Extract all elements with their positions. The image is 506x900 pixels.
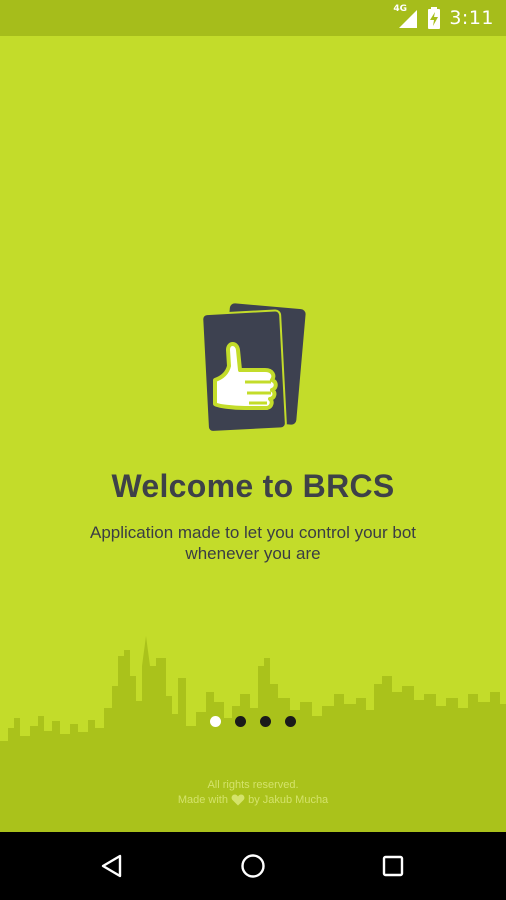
signal-icon: 4G [393,4,419,30]
status-icons: 4G 3:11 [393,0,494,36]
made-with-prefix: Made with [177,794,228,806]
thumbs-up-card-logo [203,303,306,433]
page-dot-4[interactable] [285,716,296,727]
footer: All rights reserved. Made with by Jakub … [0,778,506,808]
back-icon [101,854,122,878]
recents-button[interactable] [373,846,413,886]
status-clock: 3:11 [449,7,494,29]
page-indicator [0,716,506,727]
onboarding-screen[interactable]: Welcome to BRCS Application made to let … [0,36,506,832]
page-dot-1[interactable] [210,716,221,727]
home-icon [241,854,265,878]
home-button[interactable] [233,846,273,886]
welcome-title: Welcome to BRCS [111,468,395,504]
back-button[interactable] [92,846,132,886]
heart-icon [231,794,245,806]
made-with-suffix: by Jakub Mucha [248,794,329,806]
navigation-bar [0,832,506,900]
page-dot-3[interactable] [260,716,271,727]
page-dot-2[interactable] [235,716,246,727]
rights-text: All rights reserved. [207,779,299,791]
made-with-line: Made with by Jakub Mucha [0,793,506,808]
status-bar: 4G 3:11 [0,0,506,36]
battery-charging-icon [428,7,441,29]
recents-icon [382,855,404,877]
welcome-subtitle: Application made to let you control your… [89,523,417,563]
